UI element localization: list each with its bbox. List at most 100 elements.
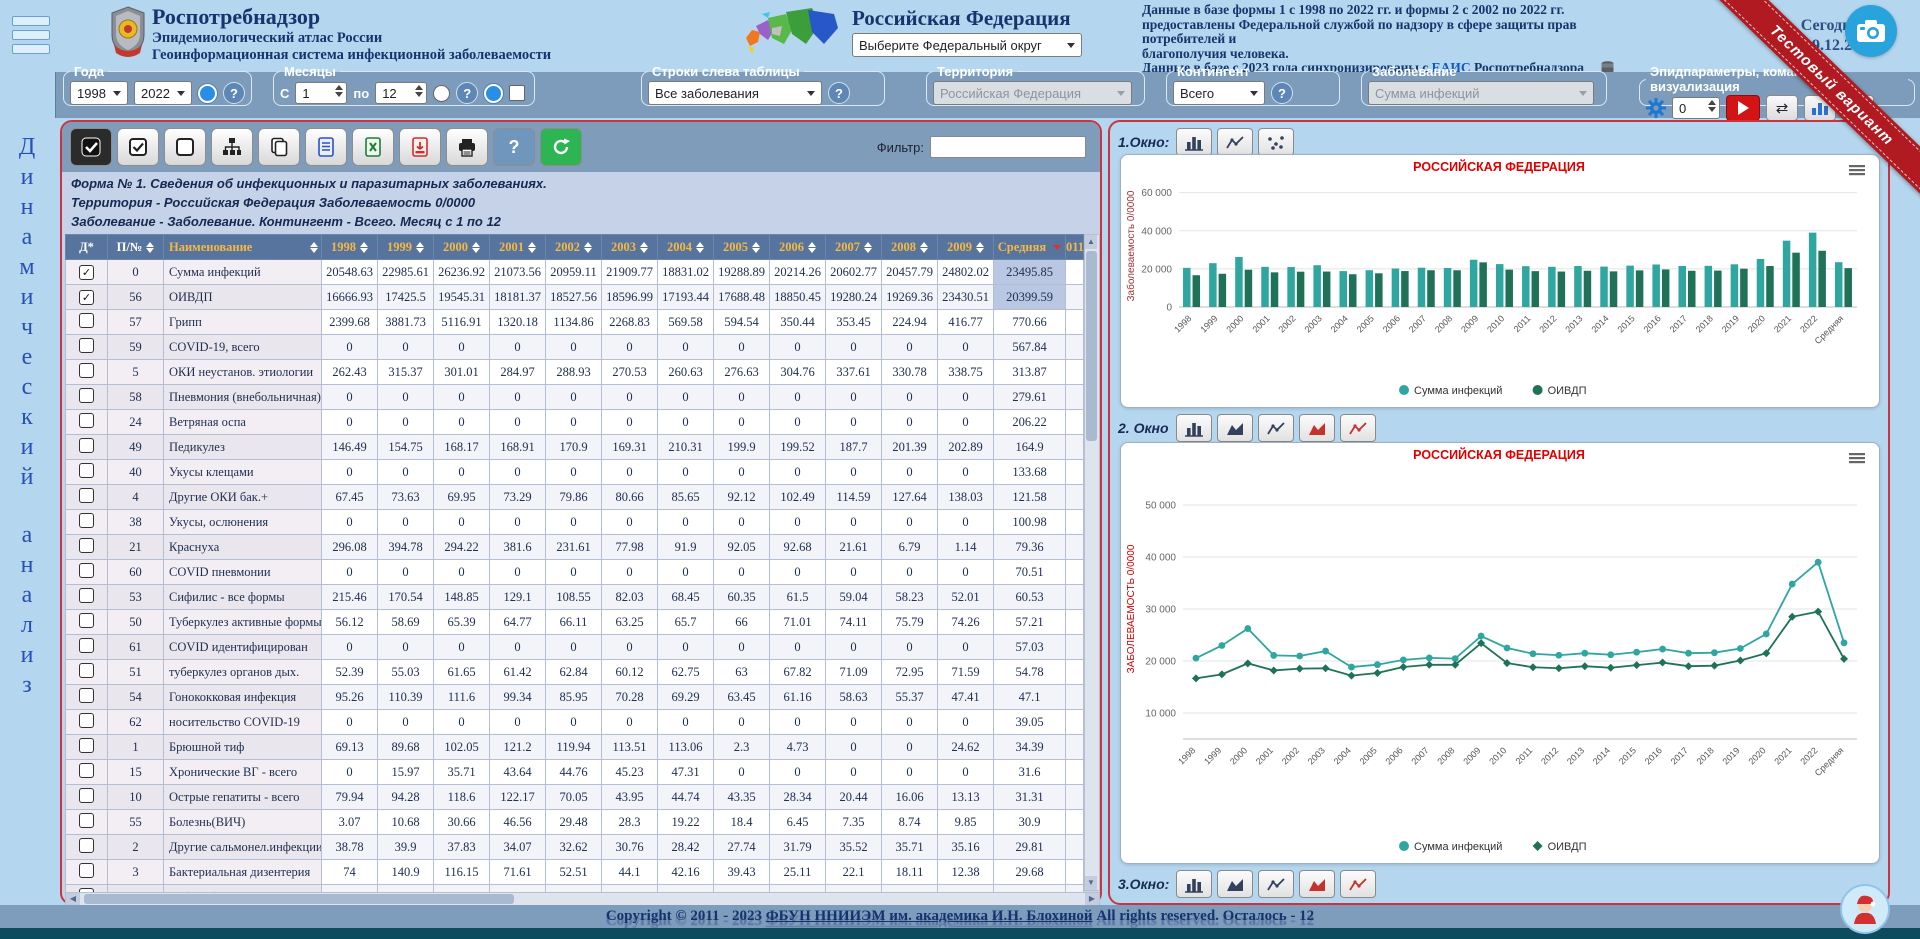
row-checkbox[interactable] <box>79 638 94 653</box>
line-chart-red-button[interactable] <box>1340 414 1376 442</box>
col-header-year[interactable]: 2001 <box>490 235 546 260</box>
line-chart-button[interactable] <box>1217 128 1253 156</box>
document-export-button[interactable] <box>305 128 347 166</box>
sort-arrows-icon[interactable] <box>146 242 154 253</box>
col-header-year[interactable]: 2008 <box>882 235 938 260</box>
line-chart-button[interactable] <box>1258 870 1294 898</box>
area-chart-red-button[interactable] <box>1299 414 1335 442</box>
row-checkbox[interactable] <box>79 738 94 753</box>
col-header-year[interactable]: 2000 <box>434 235 490 260</box>
months-help-button[interactable]: ? <box>456 82 478 104</box>
row-checkbox[interactable] <box>79 563 94 578</box>
epid-stepper[interactable]: 0 <box>1672 97 1720 119</box>
row-checkbox[interactable] <box>79 613 94 628</box>
row-checkbox[interactable] <box>79 863 94 878</box>
col-header-year[interactable]: 1998 <box>322 235 378 260</box>
uncheck-all-button[interactable] <box>164 128 206 166</box>
row-checkbox[interactable] <box>79 413 94 428</box>
gear-icon[interactable] <box>1646 98 1666 118</box>
col-header-year[interactable]: 2006 <box>770 235 826 260</box>
table-vertical-scrollbar[interactable]: ▲ ▼ <box>1084 234 1100 891</box>
col-header-num[interactable]: П/№ <box>108 235 164 260</box>
scroll-left-arrow-icon[interactable]: ◀ <box>66 893 80 905</box>
scroll-down-arrow-icon[interactable]: ▼ <box>1085 876 1097 890</box>
row-checkbox[interactable] <box>79 763 94 778</box>
row-checkbox[interactable]: ✓ <box>79 290 94 305</box>
excel-export-button[interactable] <box>352 128 394 166</box>
federal-district-select[interactable]: Выберите Федеральный округ <box>852 33 1082 57</box>
row-checkbox[interactable] <box>79 813 94 828</box>
years-help-button[interactable]: ? <box>223 82 245 104</box>
menu-icon[interactable] <box>12 16 50 58</box>
row-checkbox[interactable] <box>79 788 94 803</box>
sort-arrows-icon[interactable] <box>472 242 480 253</box>
sort-arrows-icon[interactable] <box>696 242 704 253</box>
sort-arrows-icon[interactable] <box>584 242 592 253</box>
month-to-stepper[interactable]: 12 <box>375 82 427 104</box>
chart-context-menu-icon[interactable] <box>1849 453 1865 463</box>
refresh-swap-button[interactable]: ⇄ <box>1766 95 1798 121</box>
row-checkbox[interactable] <box>79 588 94 603</box>
row-checkbox[interactable] <box>79 363 94 378</box>
sort-arrows-icon[interactable] <box>920 242 928 253</box>
line-chart-red-button[interactable] <box>1340 870 1376 898</box>
months-mode-radio[interactable] <box>433 85 450 102</box>
year-from-select[interactable]: 1998 <box>70 81 128 105</box>
chart-context-menu-icon[interactable] <box>1849 165 1865 175</box>
contingent-select[interactable]: Всего <box>1173 81 1265 105</box>
row-checkbox[interactable] <box>79 838 94 853</box>
row-checkbox[interactable] <box>79 338 94 353</box>
table-help-button[interactable]: ? <box>493 128 535 166</box>
area-chart-red-button[interactable] <box>1299 870 1335 898</box>
sort-arrows-icon[interactable] <box>1053 245 1061 250</box>
vertical-scroll-thumb[interactable] <box>1086 251 1097 441</box>
period-toggle-icon[interactable] <box>484 84 503 103</box>
row-checkbox[interactable] <box>79 463 94 478</box>
stepper-arrows-icon[interactable] <box>415 85 423 97</box>
row-checkbox[interactable]: ✓ <box>79 265 94 280</box>
stepper-arrows-icon[interactable] <box>1708 100 1716 112</box>
col-header-name[interactable]: Наименование <box>164 235 322 260</box>
sort-arrows-icon[interactable] <box>976 242 984 253</box>
area-chart-button[interactable] <box>1217 414 1253 442</box>
left-rows-select[interactable]: Все заболевания <box>648 81 822 105</box>
row-checkbox[interactable] <box>79 313 94 328</box>
scroll-right-arrow-icon[interactable]: ▶ <box>1085 893 1099 905</box>
row-checkbox[interactable] <box>79 488 94 503</box>
row-checkbox[interactable] <box>79 438 94 453</box>
sort-arrows-icon[interactable] <box>360 242 368 253</box>
row-checkbox[interactable] <box>79 663 94 678</box>
years-mode-radio[interactable] <box>198 84 217 103</box>
col-header-year[interactable]: 2007 <box>826 235 882 260</box>
line-chart-button[interactable] <box>1258 414 1294 442</box>
year-to-select[interactable]: 2022 <box>134 81 192 105</box>
col-header-year[interactable]: 1999 <box>378 235 434 260</box>
pdf-export-button[interactable] <box>399 128 441 166</box>
russia-map-icon[interactable] <box>742 4 842 63</box>
col-header-year[interactable]: 2004 <box>658 235 714 260</box>
copy-button[interactable] <box>258 128 300 166</box>
contingent-help-button[interactable]: ? <box>1271 82 1293 104</box>
col-header-average[interactable]: Средняя <box>994 235 1066 260</box>
bar-chart-button[interactable] <box>1176 414 1212 442</box>
print-button[interactable] <box>446 128 488 166</box>
sort-arrows-icon[interactable] <box>864 242 872 253</box>
play-button[interactable] <box>1726 95 1760 121</box>
bar-chart-button[interactable] <box>1176 870 1212 898</box>
check-selected-button[interactable] <box>117 128 159 166</box>
sort-arrows-icon[interactable] <box>640 242 648 253</box>
sort-arrows-icon[interactable] <box>528 242 536 253</box>
scatter-chart-button[interactable] <box>1258 128 1294 156</box>
sort-arrows-icon[interactable] <box>416 242 424 253</box>
bar-chart-button[interactable] <box>1176 128 1212 156</box>
area-chart-button[interactable] <box>1217 870 1253 898</box>
row-checkbox[interactable] <box>79 513 94 528</box>
institute-link[interactable]: ФБУН ННИИЭМ им. академика И.Н. Блохиной <box>766 908 1093 924</box>
sort-arrows-icon[interactable] <box>808 242 816 253</box>
col-header-d[interactable]: Д* <box>66 235 108 260</box>
table-filter-input[interactable] <box>930 136 1086 158</box>
select-all-button[interactable] <box>70 128 112 166</box>
sort-arrows-icon[interactable] <box>752 242 760 253</box>
row-checkbox[interactable] <box>79 538 94 553</box>
col-header-year[interactable]: 2003 <box>602 235 658 260</box>
